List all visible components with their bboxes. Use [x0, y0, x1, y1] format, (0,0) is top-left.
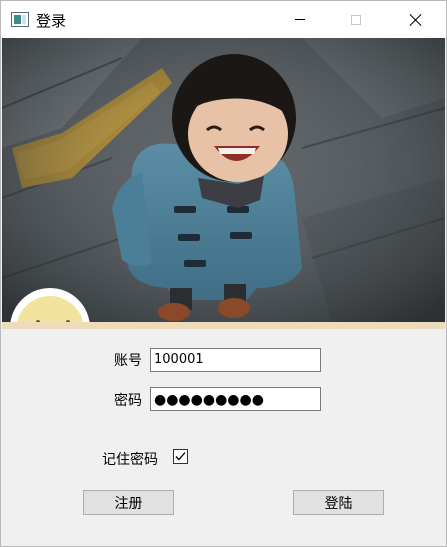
account-label: 账号 — [114, 353, 142, 369]
login-window: 登录 账号 100001 密码 ●●●●●●●●● 记住密码 注册 登陆 — [0, 0, 447, 547]
window-title: 登录 — [36, 12, 67, 30]
maximize-icon — [351, 14, 361, 25]
minimize-icon — [295, 19, 305, 20]
remember-password-checkbox[interactable] — [173, 449, 188, 464]
banner-image — [2, 38, 445, 322]
title-bar[interactable]: 登录 — [1, 1, 446, 38]
login-button[interactable]: 登陆 — [293, 490, 384, 515]
account-input[interactable]: 100001 — [150, 348, 321, 372]
checkmark-icon — [175, 452, 186, 461]
minimize-button[interactable] — [277, 1, 323, 38]
remember-password-label: 记住密码 — [102, 452, 158, 468]
banner-divider — [2, 322, 445, 329]
password-label: 密码 — [114, 393, 142, 409]
account-value: 100001 — [154, 352, 204, 367]
password-input[interactable]: ●●●●●●●●● — [150, 387, 321, 411]
register-button[interactable]: 注册 — [83, 490, 174, 515]
app-window-icon — [11, 12, 29, 27]
emoji-avatar — [10, 288, 90, 322]
password-mask: ●●●●●●●●● — [154, 392, 264, 408]
close-icon — [409, 13, 423, 27]
close-button[interactable] — [393, 1, 439, 38]
maximize-button[interactable] — [333, 1, 379, 38]
